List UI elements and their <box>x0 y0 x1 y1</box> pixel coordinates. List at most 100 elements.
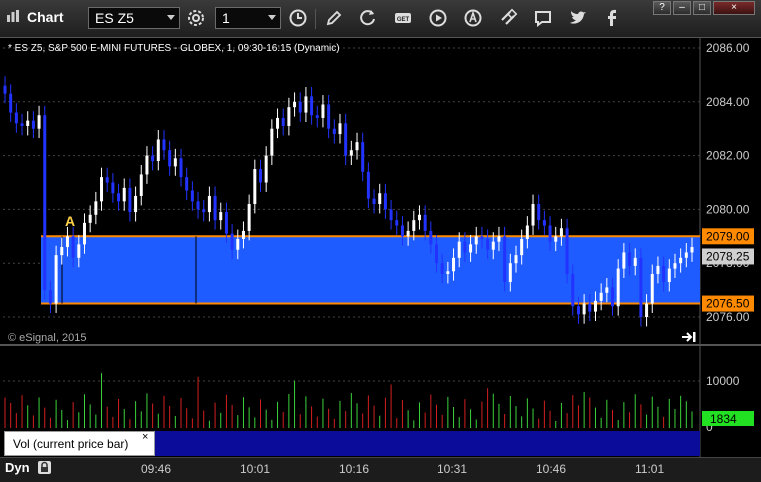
candle-body <box>219 212 223 221</box>
candle-body <box>400 225 404 237</box>
candle-body <box>139 174 143 196</box>
price-chart[interactable]: 2076.002078.002080.002082.002084.002086.… <box>0 38 761 457</box>
candle-body <box>463 241 467 253</box>
candle-body <box>429 230 433 245</box>
candle-body <box>417 214 421 221</box>
candle-body <box>304 96 308 113</box>
candle-body <box>571 273 575 307</box>
candle-body <box>593 300 597 312</box>
time-tick-label: 10:46 <box>536 462 567 476</box>
toolbar-divider <box>315 9 316 29</box>
scroll-to-end-icon[interactable] <box>681 330 697 344</box>
candle-body <box>276 117 280 129</box>
candle-body <box>605 287 609 293</box>
candle-body <box>503 236 507 283</box>
settings-icon[interactable] <box>186 8 206 28</box>
copyright-label: © eSignal, 2015 <box>8 332 87 344</box>
candle-body <box>480 236 484 239</box>
close-button[interactable]: × <box>713 1 755 15</box>
candle-body <box>525 225 529 239</box>
price-tick-label: 2076.00 <box>706 310 750 324</box>
candle-body <box>633 257 637 266</box>
candle-body <box>117 193 121 202</box>
candle-body <box>554 236 558 242</box>
candle-body <box>684 252 688 258</box>
help-button[interactable]: ? <box>653 1 671 15</box>
candle-body <box>366 171 370 199</box>
symbol-input[interactable]: ES Z5 <box>88 7 180 29</box>
candle-body <box>270 128 274 156</box>
candle-body <box>491 241 495 250</box>
candle-body <box>258 169 262 183</box>
candle-body <box>88 214 92 223</box>
candle-body <box>134 195 138 213</box>
candle-body <box>179 158 183 178</box>
candle-body <box>645 303 649 317</box>
candle-body <box>452 257 456 272</box>
play-icon[interactable] <box>428 8 448 28</box>
app-title: Chart <box>27 9 64 25</box>
candle-body <box>14 112 18 124</box>
candle-body <box>230 233 234 250</box>
lock-icon[interactable] <box>37 460 52 475</box>
candle-body <box>616 268 620 307</box>
candle-body <box>372 198 376 205</box>
price-tick-label: 2080.00 <box>706 202 750 216</box>
candle-body <box>156 139 160 161</box>
candle-body <box>71 236 75 258</box>
close-icon[interactable]: × <box>142 431 148 443</box>
price-tick-label: 2082.00 <box>706 149 750 163</box>
candle-body <box>440 263 444 274</box>
candle-body <box>576 306 580 315</box>
candle-body <box>54 255 58 304</box>
candle-body <box>679 257 683 264</box>
pencil-icon[interactable] <box>324 8 344 28</box>
facebook-icon[interactable] <box>602 8 622 28</box>
volume-current-label: 1834 <box>710 412 737 426</box>
candle-body <box>224 212 228 234</box>
candle-body <box>9 93 13 113</box>
candle-body <box>264 155 268 183</box>
candle-body <box>673 263 677 269</box>
candle-body <box>662 265 666 283</box>
candle-body <box>565 228 569 274</box>
clock-icon[interactable] <box>288 8 308 28</box>
candle-body <box>100 177 104 202</box>
candle-body <box>469 244 473 253</box>
comment-icon[interactable] <box>533 8 553 28</box>
twitter-icon[interactable] <box>568 8 588 28</box>
link-icon[interactable] <box>498 8 518 28</box>
candle-body <box>128 187 132 213</box>
candle-body <box>327 104 331 129</box>
candle-body <box>395 220 399 226</box>
candle-body <box>457 241 461 258</box>
candle-body <box>196 201 200 210</box>
candle-body <box>65 236 69 248</box>
candle-body <box>241 230 245 239</box>
candle-body <box>190 190 194 202</box>
candle-body <box>253 169 257 205</box>
candle-body <box>412 220 416 231</box>
candle-body <box>639 257 643 317</box>
minimize-button[interactable]: – <box>673 1 691 15</box>
candle-body <box>20 123 24 127</box>
get-icon[interactable]: GET <box>393 8 413 28</box>
dynamic-mode-label[interactable]: Dyn <box>5 460 30 475</box>
volume-indicator-label[interactable]: Vol (current price bar) <box>4 431 155 456</box>
refresh-icon[interactable] <box>358 8 378 28</box>
level-high-label: 2079.00 <box>706 229 750 243</box>
alert-icon[interactable] <box>463 8 483 28</box>
chevron-down-icon[interactable] <box>268 15 276 20</box>
maximize-button[interactable]: □ <box>693 1 711 15</box>
chevron-down-icon[interactable] <box>167 15 175 20</box>
candle-body <box>520 238 524 256</box>
current-price-label: 2078.25 <box>706 249 750 263</box>
candle-body <box>168 150 172 167</box>
volume-tick-label: 10000 <box>706 374 740 388</box>
candle-body <box>185 177 189 191</box>
candle-body <box>236 238 240 250</box>
candle-body <box>542 220 546 226</box>
candle-body <box>332 128 336 135</box>
candle-body <box>383 193 387 210</box>
interval-input[interactable]: 1 <box>215 7 281 29</box>
